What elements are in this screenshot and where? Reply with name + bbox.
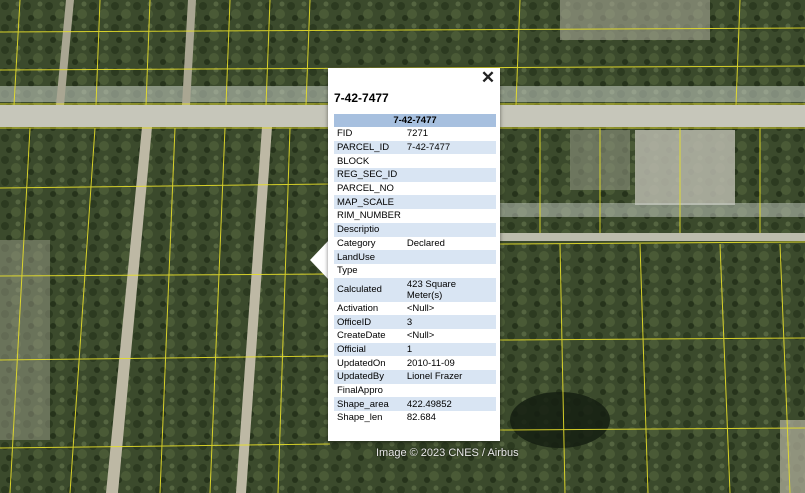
- attribute-row: Type: [334, 264, 496, 278]
- attribute-row: Category Declared: [334, 237, 496, 251]
- attribute-key: PARCEL_ID: [334, 140, 404, 155]
- attribute-value: Lionel Frazer: [403, 370, 496, 384]
- attribute-row: LandUse: [334, 250, 496, 264]
- attribute-row: BLOCK: [334, 154, 496, 168]
- attribute-row: PARCEL_ID 7-42-7477: [334, 140, 496, 155]
- attribute-value: 7271: [406, 128, 429, 140]
- attribute-key: BLOCK: [337, 155, 370, 167]
- attribute-key: Official: [334, 342, 404, 357]
- popup-title: 7-42-7477: [334, 91, 389, 105]
- attribute-value: 422.49852: [403, 397, 496, 412]
- attribute-key: Shape_len: [337, 412, 383, 424]
- attribute-value: 3: [403, 315, 496, 329]
- attribute-table: 7-42-7477 FID 7271 PARCEL_ID 7-42-7477 BLOCK…: [334, 114, 496, 425]
- attribute-value: [403, 168, 496, 182]
- attribute-value: [403, 222, 496, 237]
- attribute-row: MAP_SCALE: [334, 195, 496, 210]
- attribute-row: Calculated 423 Square Meter(s): [334, 277, 496, 302]
- attribute-value: [404, 209, 496, 223]
- attribute-key: Descriptio: [334, 222, 404, 237]
- attribute-row: Activation <Null>: [334, 302, 496, 316]
- attribute-key: UpdatedOn: [337, 357, 386, 369]
- attribute-value: <Null>: [406, 302, 435, 314]
- attribute-row: UpdatedBy Lionel Frazer: [334, 370, 496, 384]
- attribute-key: Activation: [337, 302, 379, 314]
- attribute-key: MAP_SCALE: [334, 195, 404, 210]
- attribute-row: UpdatedOn 2010-11-09: [334, 356, 496, 370]
- attribute-key: RIM_NUMBER: [337, 210, 401, 222]
- attribute-row: RIM_NUMBER: [334, 209, 496, 223]
- attribute-row: FID 7271: [334, 127, 496, 141]
- attribute-row: Shape_area 422.49852: [334, 397, 496, 412]
- attribute-key: Type: [337, 265, 358, 277]
- attribute-value: [404, 264, 496, 278]
- attribute-key: REG_SEC_ID: [334, 168, 404, 182]
- attribute-value: <Null>: [406, 330, 435, 342]
- attribute-row: Descriptio: [334, 222, 496, 237]
- attribute-value: 423 Square Meter(s): [403, 277, 496, 302]
- attribute-value: 82.684: [406, 412, 436, 424]
- parcel-info-popup: ✕ 7-42-7477 7-42-7477 FID 7271 PARCEL_ID 7-…: [328, 68, 500, 441]
- attribute-value: Declared: [406, 237, 445, 249]
- imagery-attribution: Image © 2023 CNES / Airbus: [376, 447, 519, 459]
- popup-pointer: [310, 240, 329, 280]
- attribute-value: [404, 154, 496, 168]
- attribute-key: LandUse: [334, 250, 404, 264]
- attribute-key: Shape_area: [334, 397, 404, 412]
- attribute-key: CreateDate: [337, 330, 386, 342]
- attribute-value: 7-42-7477: [403, 140, 496, 155]
- satellite-map[interactable]: ✕ 7-42-7477 7-42-7477 FID 7271 PARCEL_ID 7-…: [0, 0, 805, 493]
- attribute-row: PARCEL_NO: [334, 182, 496, 196]
- attribute-row: OfficeID 3: [334, 315, 496, 329]
- attribute-row: Official 1: [334, 342, 496, 357]
- attribute-key: PARCEL_NO: [337, 183, 394, 195]
- attribute-key: FID: [337, 128, 353, 140]
- attribute-value: [404, 384, 496, 398]
- attribute-value: [404, 182, 496, 196]
- attribute-value: 2010-11-09: [406, 357, 455, 369]
- attribute-row: Shape_len 82.684: [334, 411, 496, 425]
- attribute-key: Category: [337, 237, 376, 249]
- attribute-key: OfficeID: [334, 315, 404, 329]
- close-icon[interactable]: ✕: [480, 69, 496, 86]
- attribute-key: Calculated: [334, 277, 404, 302]
- attribute-value: 1: [403, 342, 496, 357]
- attribute-row: CreateDate <Null>: [334, 329, 496, 343]
- attribute-row: REG_SEC_ID: [334, 168, 496, 182]
- attribute-value: [403, 250, 496, 264]
- attribute-table-header: 7-42-7477: [334, 114, 496, 127]
- attribute-key: FinalAppro: [337, 385, 383, 397]
- attribute-key: UpdatedBy: [334, 370, 404, 384]
- attribute-row: FinalAppro: [334, 384, 496, 398]
- attribute-value: [403, 195, 496, 210]
